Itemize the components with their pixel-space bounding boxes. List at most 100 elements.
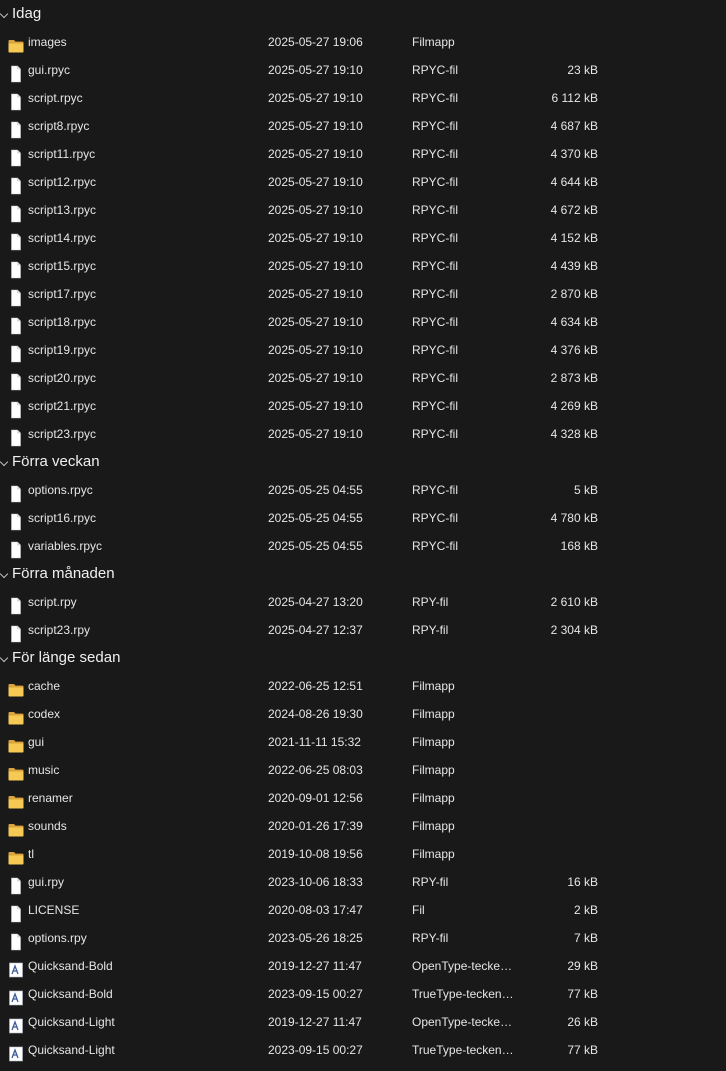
item-name: script12.rpyc [28, 175, 97, 189]
item-type: Filmapp [412, 707, 455, 721]
group-title: För länge sedan [12, 649, 121, 666]
list-item[interactable]: renamer 2020-09-01 12:56 Filmapp [0, 784, 726, 812]
item-name: Quicksand-Bold [28, 959, 113, 973]
item-name: images [28, 35, 67, 49]
item-name: script16.rpyc [28, 511, 97, 525]
file-icon [8, 595, 24, 615]
list-item[interactable]: script12.rpyc 2025-05-27 19:10 RPYC-fil 4 6… [0, 168, 726, 196]
list-item[interactable]: script.rpy 2025-04-27 13:20 RPY-fil 2 610 k… [0, 588, 726, 616]
item-size: 4 269 kB [550, 399, 598, 413]
item-size: 29 kB [567, 959, 598, 973]
item-size: 2 304 kB [550, 623, 598, 637]
list-item[interactable]: script8.rpyc 2025-05-27 19:10 RPYC-fil 4 68… [0, 112, 726, 140]
list-item[interactable]: script17.rpyc 2025-05-27 19:10 RPYC-fil 2 8… [0, 280, 726, 308]
list-item[interactable]: script15.rpyc 2025-05-27 19:10 RPYC-fil 4 4… [0, 252, 726, 280]
file-list: Idag images 2025-05-27 19:06 Filmapp gui.rpy… [0, 0, 726, 1064]
item-name: codex [28, 707, 61, 721]
group-header[interactable]: Förra veckan [0, 448, 726, 476]
item-name: script18.rpyc [28, 315, 97, 329]
item-size: 23 kB [567, 63, 598, 77]
item-type: RPYC-fil [412, 343, 459, 357]
group-title: Idag [12, 5, 42, 22]
file-icon [8, 287, 24, 307]
item-date: 2021-11-11 15:32 [268, 735, 361, 749]
list-item[interactable]: script13.rpyc 2025-05-27 19:10 RPYC-fil 4 6… [0, 196, 726, 224]
item-size: 4 152 kB [550, 231, 598, 245]
list-item[interactable]: codex 2024-08-26 19:30 Filmapp [0, 700, 726, 728]
file-icon [8, 91, 24, 111]
group-header[interactable]: Förra månaden [0, 560, 726, 588]
file-icon [8, 623, 24, 643]
list-item[interactable]: script21.rpyc 2025-05-27 19:10 RPYC-fil 4 2… [0, 392, 726, 420]
item-date: 2025-05-27 19:10 [268, 371, 363, 385]
item-name: gui [28, 735, 45, 749]
file-icon [8, 231, 24, 251]
item-date: 2024-08-26 19:30 [268, 707, 363, 721]
item-date: 2020-08-03 17:47 [268, 903, 363, 917]
list-item[interactable]: sounds 2020-01-26 17:39 Filmapp [0, 812, 726, 840]
item-type: RPYC-fil [412, 63, 459, 77]
item-type: RPYC-fil [412, 287, 459, 301]
list-item[interactable]: gui.rpyc 2025-05-27 19:10 RPYC-fil 23 kB [0, 56, 726, 84]
group-header[interactable]: För länge sedan [0, 644, 726, 672]
folder-icon [8, 763, 24, 781]
list-item[interactable]: cache 2022-06-25 12:51 Filmapp [0, 672, 726, 700]
list-item[interactable]: script18.rpyc 2025-05-27 19:10 RPYC-fil 4 6… [0, 308, 726, 336]
item-type: RPY-fil [412, 595, 449, 609]
list-item[interactable]: gui.rpy 2023-10-06 18:33 RPY-fil 16 kB [0, 868, 726, 896]
chevron-down-icon[interactable] [0, 569, 9, 579]
list-item[interactable]: script16.rpyc 2025-05-25 04:55 RPYC-fil 4 7… [0, 504, 726, 532]
item-type: RPYC-fil [412, 511, 459, 525]
list-item[interactable]: variables.rpyc 2025-05-25 04:55 RPYC-fil 16… [0, 532, 726, 560]
item-date: 2025-05-27 19:10 [268, 343, 363, 357]
font-file-icon [8, 1043, 24, 1062]
list-item[interactable]: gui 2021-11-11 15:32 Filmapp [0, 728, 726, 756]
list-item[interactable]: Quicksand-Bold 2019-12-27 11:47 OpenType-t… [0, 952, 726, 980]
list-item[interactable]: script20.rpyc 2025-05-27 19:10 RPYC-fil 2 8… [0, 364, 726, 392]
item-date: 2023-09-15 00:27 [268, 987, 363, 1001]
list-item[interactable]: images 2025-05-27 19:06 Filmapp [0, 28, 726, 56]
list-item[interactable]: tl 2019-10-08 19:56 Filmapp [0, 840, 726, 868]
file-icon [8, 203, 24, 223]
chevron-down-icon[interactable] [0, 653, 9, 663]
list-item[interactable]: script19.rpyc 2025-05-27 19:10 RPYC-fil 4 3… [0, 336, 726, 364]
file-icon [8, 315, 24, 335]
list-item[interactable]: Quicksand-Light 2019-12-27 11:47 OpenType-… [0, 1008, 726, 1036]
list-item[interactable]: LICENSE 2020-08-03 17:47 Fil 2 kB [0, 896, 726, 924]
item-size: 168 kB [560, 539, 598, 553]
item-date: 2025-05-27 19:06 [268, 35, 363, 49]
chevron-down-icon[interactable] [0, 457, 9, 467]
item-size: 4 634 kB [550, 315, 598, 329]
item-date: 2020-01-26 17:39 [268, 819, 363, 833]
file-icon [8, 343, 24, 363]
group-header[interactable]: Idag [0, 0, 726, 28]
folder-icon [8, 791, 24, 809]
chevron-down-icon[interactable] [0, 9, 9, 19]
list-item[interactable]: script14.rpyc 2025-05-27 19:10 RPYC-fil 4 1… [0, 224, 726, 252]
font-file-icon [8, 1015, 24, 1034]
list-item[interactable]: script11.rpyc 2025-05-27 19:10 RPYC-fil 4 3… [0, 140, 726, 168]
item-name: variables.rpyc [28, 539, 103, 553]
item-type: Filmapp [412, 679, 455, 693]
item-type: TrueType-teckens... [412, 987, 516, 1001]
list-item[interactable]: script.rpyc 2025-05-27 19:10 RPYC-fil 6 112… [0, 84, 726, 112]
file-icon [8, 147, 24, 167]
list-item[interactable]: music 2022-06-25 08:03 Filmapp [0, 756, 726, 784]
list-item[interactable]: Quicksand-Bold 2023-09-15 00:27 TrueType-t… [0, 980, 726, 1008]
folder-icon [8, 819, 24, 837]
list-item[interactable]: options.rpyc 2025-05-25 04:55 RPYC-fil 5 kB [0, 476, 726, 504]
file-icon [8, 427, 24, 447]
item-date: 2019-12-27 11:47 [268, 1015, 362, 1029]
item-type: OpenType-teckens... [412, 959, 516, 973]
item-date: 2025-05-27 19:10 [268, 91, 363, 105]
list-item[interactable]: script23.rpy 2025-04-27 12:37 RPY-fil 2 304… [0, 616, 726, 644]
item-size: 4 780 kB [550, 511, 598, 525]
item-date: 2025-05-27 19:10 [268, 399, 363, 413]
item-size: 2 610 kB [550, 595, 598, 609]
item-date: 2025-05-25 04:55 [268, 483, 363, 497]
list-item[interactable]: script23.rpyc 2025-05-27 19:10 RPYC-fil 4 3… [0, 420, 726, 448]
item-type: RPYC-fil [412, 483, 459, 497]
file-icon [8, 903, 24, 923]
list-item[interactable]: options.rpy 2023-05-26 18:25 RPY-fil 7 kB [0, 924, 726, 952]
item-type: Filmapp [412, 735, 455, 749]
